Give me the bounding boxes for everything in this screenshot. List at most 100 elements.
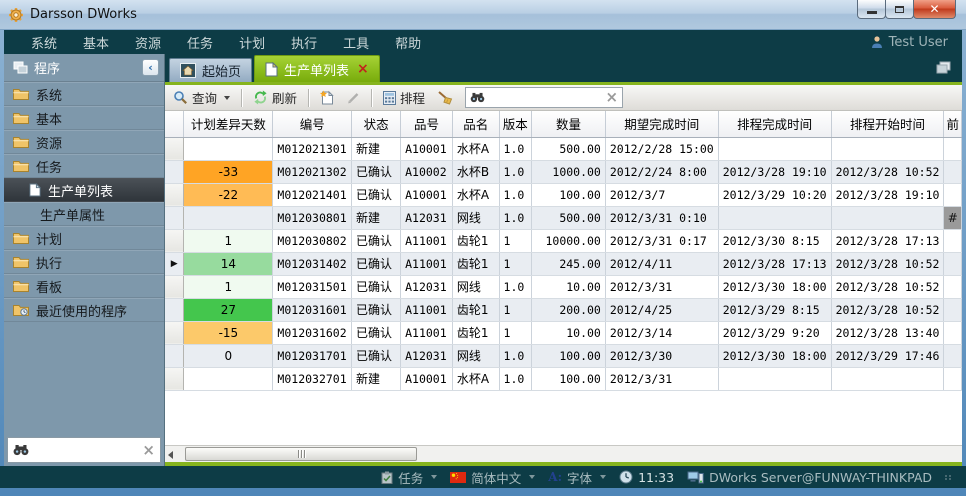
statusbar-font-menu[interactable]: A: 字体: [548, 468, 606, 487]
column-header-extra[interactable]: 前: [944, 111, 962, 137]
sidebar-item-1[interactable]: 系统: [4, 82, 164, 106]
table-row[interactable]: -22M012021401已确认A10001水杯A1.0100.002012/3…: [165, 183, 962, 206]
query-label: 查询: [192, 88, 217, 107]
cell-due: 2012/4/25: [605, 298, 718, 321]
schedule-button[interactable]: 排程: [379, 86, 429, 109]
new-button[interactable]: [316, 88, 338, 107]
cell-ver: 1.0: [499, 183, 532, 206]
sidebar-item-label: 执行: [36, 253, 62, 272]
sidebar-search-clear-icon[interactable]: ×: [142, 443, 155, 458]
sidebar-item-10[interactable]: 最近使用的程序: [4, 298, 164, 322]
menu-item-4[interactable]: 任务: [174, 33, 226, 52]
table-row[interactable]: 27M012031601已确认A11001齿轮11200.002012/4/25…: [165, 298, 962, 321]
production-order-grid: 计划差异天数编号状态品号品名版本数量期望完成时间排程完成时间排程开始时间前 M0…: [165, 111, 962, 445]
cell-no: M012021302: [273, 160, 352, 183]
cell-extra: [944, 252, 962, 275]
sidebar-item-7[interactable]: 计划: [4, 226, 164, 250]
page-icon: [265, 62, 278, 77]
table-row[interactable]: 1M012031501已确认A12031网线1.010.002012/3/312…: [165, 275, 962, 298]
cell-rowhdr: [165, 275, 184, 298]
table-row[interactable]: 1M012030802已确认A11001齿轮1110000.002012/3/3…: [165, 229, 962, 252]
cell-status: 已确认: [352, 229, 401, 252]
column-header-name[interactable]: 品名: [452, 111, 499, 137]
sidebar-item-6[interactable]: 生产单属性: [4, 202, 164, 226]
column-header-rowhdr[interactable]: [165, 111, 184, 137]
cell-name: 网线: [452, 344, 499, 367]
clean-button[interactable]: [433, 88, 457, 107]
column-header-due[interactable]: 期望完成时间: [605, 111, 718, 137]
toolbar-search-clear-icon[interactable]: ×: [605, 90, 618, 105]
table-row[interactable]: -15M012031602已确认A11001齿轮1110.002012/3/14…: [165, 321, 962, 344]
table-row[interactable]: -33M012021302已确认A10002水杯B1.01000.002012/…: [165, 160, 962, 183]
cell-diff: 1: [184, 229, 273, 252]
scrollbar-thumb[interactable]: [185, 447, 417, 461]
user-area[interactable]: Test User: [870, 35, 948, 50]
pencil-icon: [346, 91, 360, 105]
edit-button[interactable]: [342, 89, 364, 107]
cell-start: 2012/3/28 10:52: [831, 160, 944, 183]
calculator-icon: [383, 91, 396, 105]
sidebar-item-label: 看板: [36, 277, 62, 296]
sidebar-item-label: 最近使用的程序: [36, 301, 127, 320]
cell-status: 新建: [352, 137, 401, 160]
sidebar-title: 程序: [34, 58, 60, 77]
menu-item-6[interactable]: 执行: [278, 33, 330, 52]
query-button[interactable]: 查询: [169, 86, 234, 109]
cell-ver: 1.0: [499, 160, 532, 183]
sidebar-collapse-button[interactable]: ‹: [142, 59, 159, 76]
cell-rowhdr: [165, 321, 184, 344]
table-row[interactable]: ▶14M012031402已确认A11001齿轮11245.002012/4/1…: [165, 252, 962, 275]
cell-status: 已确认: [352, 344, 401, 367]
statusbar-task-menu[interactable]: 任务: [381, 468, 437, 487]
tab-close-icon[interactable]: ×: [357, 62, 369, 76]
cell-end: 2012/3/28 17:13: [718, 252, 831, 275]
column-header-pn[interactable]: 品号: [401, 111, 453, 137]
menu-item-1[interactable]: 系统: [18, 33, 70, 52]
cell-diff: [184, 367, 273, 390]
cell-no: M012030801: [273, 206, 352, 229]
horizontal-scrollbar[interactable]: [165, 445, 962, 462]
table-row[interactable]: M012030801新建A12031网线1.0500.002012/3/31 0…: [165, 206, 962, 229]
menu-item-5[interactable]: 计划: [226, 33, 278, 52]
cell-name: 网线: [452, 206, 499, 229]
sidebar-item-9[interactable]: 看板: [4, 274, 164, 298]
scroll-left-arrow-icon[interactable]: [168, 451, 173, 459]
cell-extra: [944, 298, 962, 321]
menu-item-2[interactable]: 基本: [70, 33, 122, 52]
cell-pn: A11001: [401, 229, 453, 252]
sidebar-item-label: 生产单列表: [48, 181, 113, 200]
column-header-qty[interactable]: 数量: [532, 111, 606, 137]
table-row[interactable]: M012032701新建A10001水杯A1.0100.002012/3/31: [165, 367, 962, 390]
sidebar-item-8[interactable]: 执行: [4, 250, 164, 274]
tab-strip: 起始页 生产单列表 ×: [165, 54, 962, 82]
sidebar-item-3[interactable]: 资源: [4, 130, 164, 154]
column-header-diff[interactable]: 计划差异天数: [184, 111, 273, 137]
resize-grip[interactable]: [945, 475, 952, 480]
maximize-button[interactable]: [885, 0, 914, 19]
column-header-ver[interactable]: 版本: [499, 111, 532, 137]
column-header-status[interactable]: 状态: [352, 111, 401, 137]
table-row[interactable]: 0M012031701已确认A12031网线1.0100.002012/3/30…: [165, 344, 962, 367]
tab-start-page[interactable]: 起始页: [169, 58, 252, 82]
minimize-button[interactable]: [857, 0, 886, 19]
cascade-windows-icon[interactable]: [935, 60, 952, 74]
column-header-end[interactable]: 排程完成时间: [718, 111, 831, 137]
sidebar-item-5[interactable]: 生产单列表: [4, 178, 164, 202]
cell-ver: 1: [499, 298, 532, 321]
close-button[interactable]: ✕: [913, 0, 956, 19]
table-row[interactable]: M012021301新建A10001水杯A1.0500.002012/2/28 …: [165, 137, 962, 160]
menu-item-3[interactable]: 资源: [122, 33, 174, 52]
toolbar-search-input[interactable]: [489, 91, 601, 105]
sidebar-item-4[interactable]: 任务: [4, 154, 164, 178]
cell-ver: 1.0: [499, 137, 532, 160]
sidebar-item-2[interactable]: 基本: [4, 106, 164, 130]
menu-bar: 系统基本资源任务计划执行工具帮助 Test User: [4, 30, 962, 54]
column-header-no[interactable]: 编号: [273, 111, 352, 137]
refresh-button[interactable]: 刷新: [249, 86, 301, 109]
menu-item-7[interactable]: 工具: [330, 33, 382, 52]
tab-production-list[interactable]: 生产单列表 ×: [254, 55, 380, 82]
sidebar-search-input[interactable]: [34, 443, 137, 457]
statusbar-language-menu[interactable]: 简体中文: [450, 468, 535, 487]
menu-item-8[interactable]: 帮助: [382, 33, 434, 52]
column-header-start[interactable]: 排程开始时间: [831, 111, 944, 137]
